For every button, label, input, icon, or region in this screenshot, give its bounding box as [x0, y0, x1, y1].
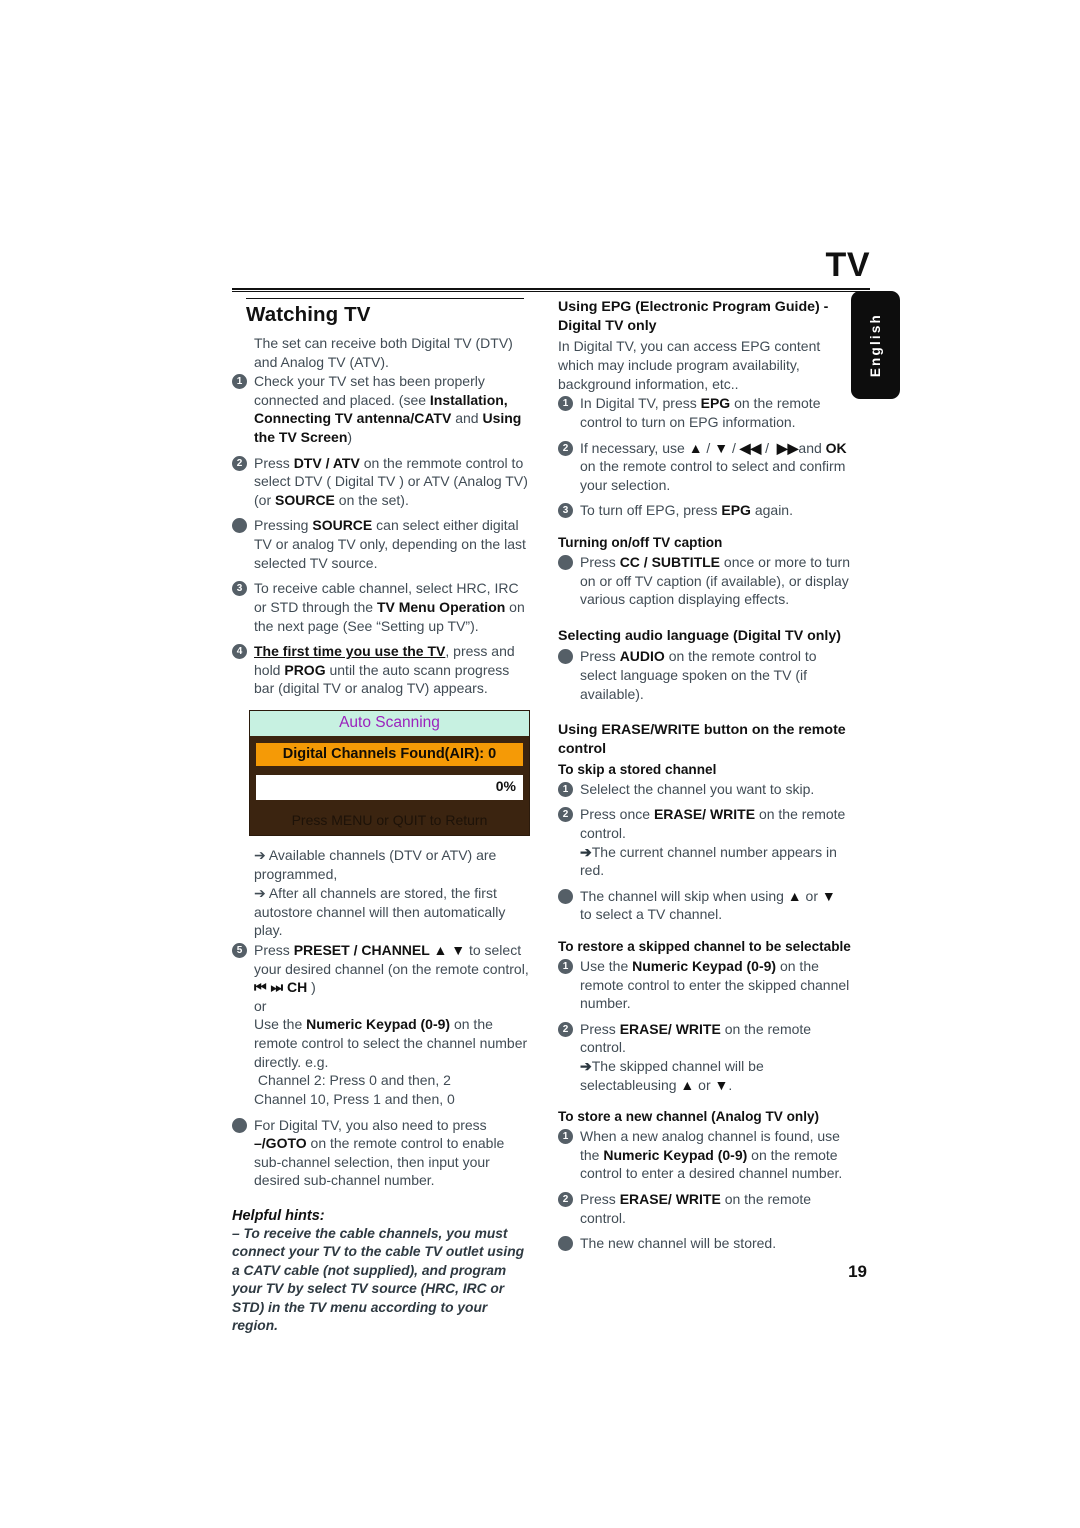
store-subheading: To store a new channel (Analog TV only)	[558, 1109, 820, 1125]
bullet-marker-icon	[232, 1117, 247, 1133]
step-text: When a new analog channel is found, use …	[580, 1128, 843, 1182]
osd-body: Digital Channels Found(AIR): 0 0%	[250, 736, 529, 807]
step-number-marker: 2	[558, 807, 573, 823]
bullet-marker-icon	[558, 1236, 573, 1252]
step-number-marker: 2	[558, 440, 573, 456]
left-steps-list-2: 5 Press PRESET / CHANNEL ▲ ▼ to select yo…	[232, 941, 532, 1190]
step-item: The channel will skip when using ▲ or ▼ …	[558, 887, 854, 924]
step-text: In Digital TV, press EPG on the remote c…	[580, 395, 821, 430]
step-text: Press once ERASE/ WRITE on the remote co…	[580, 806, 846, 879]
step-number-marker: 1	[558, 958, 573, 974]
step-item: For Digital TV, you also need to press –…	[232, 1116, 532, 1190]
caption-heading: Turning on/off TV caption	[558, 534, 723, 550]
step-text: The new channel will be stored.	[580, 1235, 777, 1252]
step-number-marker: 2	[232, 455, 247, 471]
step-text: If necessary, use ▲ / ▼ / ◀◀ / ▶▶and OK …	[580, 439, 847, 493]
step-item: 2 Press DTV / ATV on the remmote control …	[232, 454, 532, 510]
step-text: Press ERASE/ WRITE on the remote control…	[580, 1020, 812, 1093]
step-item: 5 Press PRESET / CHANNEL ▲ ▼ to select yo…	[232, 941, 532, 1108]
step-number-marker: 5	[232, 943, 247, 959]
skip-subheading: To skip a stored channel	[558, 761, 717, 777]
caption-steps-list: Press CC / SUBTITLE once or more to turn…	[558, 553, 854, 609]
osd-note: ➔ Available channels (DTV or ATV) are pr…	[254, 846, 497, 882]
step-item: Pressing SOURCE can select either digita…	[232, 516, 532, 572]
osd-channels-found: Digital Channels Found(AIR): 0	[256, 742, 523, 766]
erase-write-heading: Using ERASE/WRITE button on the remote c…	[558, 722, 846, 758]
step-text: The channel will skip when using ▲ or ▼ …	[580, 887, 840, 923]
step-item: The new channel will be stored.	[558, 1234, 854, 1253]
step-number-marker: 3	[232, 581, 247, 597]
step-text: For Digital TV, you also need to press –…	[254, 1116, 505, 1189]
step-item: 2 Press ERASE/ WRITE on the remote contro…	[558, 1190, 854, 1227]
manual-page: TV English Watching TV The set can recei…	[0, 0, 1080, 1528]
section-title-rule	[246, 298, 524, 299]
restore-steps-list: 1 Use the Numeric Keypad (0-9) on the rem…	[558, 957, 854, 1094]
step-text: To receive cable channel, select HRC, IR…	[254, 580, 525, 634]
store-steps-list: 1 When a new analog channel is found, use…	[558, 1127, 854, 1253]
bullet-marker-icon	[558, 554, 573, 570]
step-item: 1 Use the Numeric Keypad (0-9) on the rem…	[558, 957, 854, 1013]
epg-intro: In Digital TV, you can access EPG conten…	[558, 338, 821, 392]
step-item: 3 To turn off EPG, press EPG again.	[558, 501, 854, 520]
audio-language-heading: Selecting audio language (Digital TV onl…	[558, 627, 841, 644]
step-text: Pressing SOURCE can select either digita…	[254, 517, 526, 571]
bullet-marker-icon	[558, 888, 573, 904]
step-text: Press PRESET / CHANNEL ▲ ▼ to select you…	[254, 942, 529, 1107]
step-text: To turn off EPG, press EPG again.	[580, 502, 793, 519]
step-number-marker: 3	[558, 503, 573, 519]
left-column: Watching TV The set can receive both Dig…	[232, 298, 532, 1336]
osd-progress-bar: 0%	[256, 774, 523, 800]
right-column: Using EPG (Electronic Program Guide) - D…	[558, 298, 854, 1253]
epg-steps-list: 1 In Digital TV, press EPG on the remote …	[558, 394, 854, 520]
page-title: TV	[825, 246, 870, 284]
step-number-marker: 4	[232, 644, 247, 660]
step-item: 1 Check your TV set has been properly con…	[232, 372, 532, 446]
step-number-marker: 2	[558, 1021, 573, 1037]
step-item: 1 In Digital TV, press EPG on the remote …	[558, 394, 854, 431]
step-item: 4 The first time you use the TV, press an…	[232, 642, 532, 698]
step-text: Press AUDIO on the remote control to sel…	[580, 648, 817, 702]
step-number-marker: 1	[558, 781, 573, 797]
auto-scanning-osd: Auto Scanning Digital Channels Found(AIR…	[249, 709, 530, 836]
step-item: 2 Press ERASE/ WRITE on the remote contro…	[558, 1020, 854, 1094]
osd-note: ➔ After all channels are stored, the fir…	[254, 885, 506, 939]
step-number-marker: 1	[558, 396, 573, 412]
left-steps-list: 1 Check your TV set has been properly con…	[232, 372, 532, 698]
language-tab: English	[851, 291, 900, 399]
step-item: 2 If necessary, use ▲ / ▼ / ◀◀ / ▶▶and OK…	[558, 439, 854, 495]
language-tab-label: English	[868, 312, 883, 378]
step-text: Use the Numeric Keypad (0-9) on the remo…	[580, 957, 850, 1012]
step-number-marker: 1	[232, 374, 247, 390]
step-text: Press ERASE/ WRITE on the remote control…	[580, 1190, 812, 1226]
page-number: 19	[848, 1262, 867, 1281]
step-item: Press AUDIO on the remote control to sel…	[558, 647, 854, 703]
step-item: 1 When a new analog channel is found, use…	[558, 1127, 854, 1183]
step-text: Press DTV / ATV on the remmote control t…	[254, 454, 528, 508]
osd-progress-percent: 0%	[495, 777, 516, 794]
step-item: 2 Press once ERASE/ WRITE on the remote c…	[558, 805, 854, 879]
step-number-marker: 2	[558, 1191, 573, 1207]
step-text: Selelect the channel you want to skip.	[580, 780, 815, 797]
helpful-hints-title: Helpful hints:	[232, 1207, 325, 1224]
step-text: Press CC / SUBTITLE once or more to turn…	[580, 553, 850, 608]
after-osd-notes: ➔ Available channels (DTV or ATV) are pr…	[232, 846, 532, 940]
step-number-marker: 1	[558, 1129, 573, 1145]
step-item: 1 Selelect the channel you want to skip.	[558, 780, 854, 799]
osd-header: Auto Scanning	[250, 710, 529, 736]
audio-language-steps-list: Press AUDIO on the remote control to sel…	[558, 647, 854, 703]
step-text: Check your TV set has been properly conn…	[254, 373, 522, 446]
skip-steps-list: 1 Selelect the channel you want to skip. 2…	[558, 780, 854, 924]
intro-paragraph: The set can receive both Digital TV (DTV…	[254, 335, 513, 370]
step-text: The first time you use the TV, press and…	[254, 643, 515, 697]
section-title: Watching TV	[246, 303, 371, 326]
header-rule	[232, 288, 870, 292]
bullet-marker-icon	[232, 518, 247, 534]
step-item: Press CC / SUBTITLE once or more to turn…	[558, 553, 854, 609]
step-item: 3 To receive cable channel, select HRC, I…	[232, 579, 532, 635]
epg-heading: Using EPG (Electronic Program Guide) - D…	[558, 299, 829, 334]
restore-subheading: To restore a skipped channel to be selec…	[558, 938, 851, 954]
osd-footer: Press MENU or QUIT to Return	[291, 811, 488, 828]
bullet-marker-icon	[558, 649, 573, 665]
